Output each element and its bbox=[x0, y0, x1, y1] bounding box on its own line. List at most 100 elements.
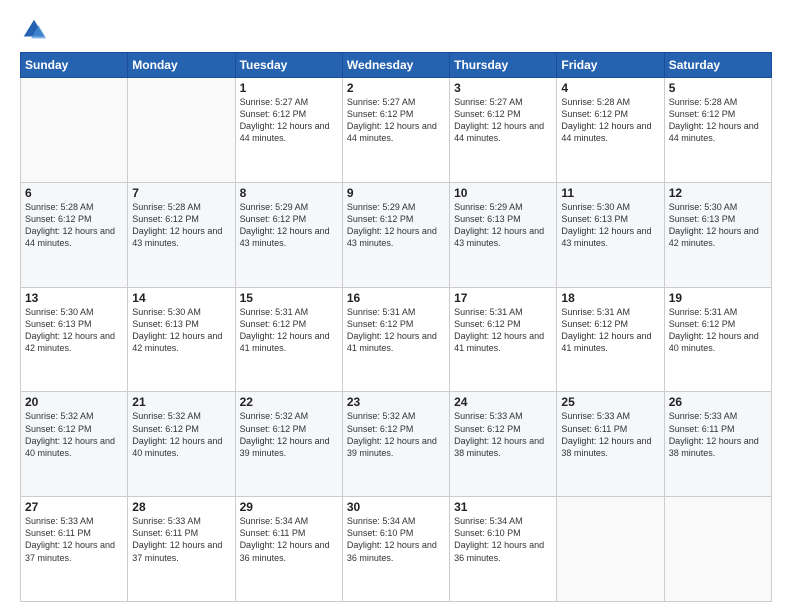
calendar-cell: 25Sunrise: 5:33 AM Sunset: 6:11 PM Dayli… bbox=[557, 392, 664, 497]
calendar-cell: 6Sunrise: 5:28 AM Sunset: 6:12 PM Daylig… bbox=[21, 182, 128, 287]
calendar-cell: 17Sunrise: 5:31 AM Sunset: 6:12 PM Dayli… bbox=[450, 287, 557, 392]
calendar-cell: 7Sunrise: 5:28 AM Sunset: 6:12 PM Daylig… bbox=[128, 182, 235, 287]
calendar-week-row: 27Sunrise: 5:33 AM Sunset: 6:11 PM Dayli… bbox=[21, 497, 772, 602]
day-number: 31 bbox=[454, 500, 552, 514]
day-number: 6 bbox=[25, 186, 123, 200]
day-number: 12 bbox=[669, 186, 767, 200]
calendar-cell: 31Sunrise: 5:34 AM Sunset: 6:10 PM Dayli… bbox=[450, 497, 557, 602]
calendar-cell: 30Sunrise: 5:34 AM Sunset: 6:10 PM Dayli… bbox=[342, 497, 449, 602]
day-info: Sunrise: 5:30 AM Sunset: 6:13 PM Dayligh… bbox=[25, 306, 123, 355]
calendar-cell bbox=[128, 78, 235, 183]
calendar-cell: 23Sunrise: 5:32 AM Sunset: 6:12 PM Dayli… bbox=[342, 392, 449, 497]
day-info: Sunrise: 5:27 AM Sunset: 6:12 PM Dayligh… bbox=[454, 96, 552, 145]
calendar-cell: 16Sunrise: 5:31 AM Sunset: 6:12 PM Dayli… bbox=[342, 287, 449, 392]
day-info: Sunrise: 5:28 AM Sunset: 6:12 PM Dayligh… bbox=[132, 201, 230, 250]
day-info: Sunrise: 5:29 AM Sunset: 6:12 PM Dayligh… bbox=[347, 201, 445, 250]
day-number: 7 bbox=[132, 186, 230, 200]
day-number: 9 bbox=[347, 186, 445, 200]
day-info: Sunrise: 5:34 AM Sunset: 6:10 PM Dayligh… bbox=[454, 515, 552, 564]
day-info: Sunrise: 5:33 AM Sunset: 6:11 PM Dayligh… bbox=[25, 515, 123, 564]
calendar-cell: 12Sunrise: 5:30 AM Sunset: 6:13 PM Dayli… bbox=[664, 182, 771, 287]
day-info: Sunrise: 5:31 AM Sunset: 6:12 PM Dayligh… bbox=[669, 306, 767, 355]
calendar-cell: 20Sunrise: 5:32 AM Sunset: 6:12 PM Dayli… bbox=[21, 392, 128, 497]
calendar-cell: 14Sunrise: 5:30 AM Sunset: 6:13 PM Dayli… bbox=[128, 287, 235, 392]
calendar-cell: 26Sunrise: 5:33 AM Sunset: 6:11 PM Dayli… bbox=[664, 392, 771, 497]
calendar-header-tuesday: Tuesday bbox=[235, 53, 342, 78]
day-info: Sunrise: 5:33 AM Sunset: 6:12 PM Dayligh… bbox=[454, 410, 552, 459]
calendar-cell: 8Sunrise: 5:29 AM Sunset: 6:12 PM Daylig… bbox=[235, 182, 342, 287]
day-info: Sunrise: 5:32 AM Sunset: 6:12 PM Dayligh… bbox=[25, 410, 123, 459]
day-number: 10 bbox=[454, 186, 552, 200]
day-info: Sunrise: 5:34 AM Sunset: 6:11 PM Dayligh… bbox=[240, 515, 338, 564]
day-info: Sunrise: 5:30 AM Sunset: 6:13 PM Dayligh… bbox=[561, 201, 659, 250]
day-number: 8 bbox=[240, 186, 338, 200]
calendar-cell bbox=[664, 497, 771, 602]
calendar-cell: 3Sunrise: 5:27 AM Sunset: 6:12 PM Daylig… bbox=[450, 78, 557, 183]
day-info: Sunrise: 5:29 AM Sunset: 6:13 PM Dayligh… bbox=[454, 201, 552, 250]
calendar-header-saturday: Saturday bbox=[664, 53, 771, 78]
logo-icon bbox=[20, 16, 48, 44]
calendar-cell: 15Sunrise: 5:31 AM Sunset: 6:12 PM Dayli… bbox=[235, 287, 342, 392]
calendar-header-thursday: Thursday bbox=[450, 53, 557, 78]
day-number: 20 bbox=[25, 395, 123, 409]
day-number: 2 bbox=[347, 81, 445, 95]
day-number: 26 bbox=[669, 395, 767, 409]
day-number: 28 bbox=[132, 500, 230, 514]
day-number: 3 bbox=[454, 81, 552, 95]
day-number: 5 bbox=[669, 81, 767, 95]
calendar-week-row: 6Sunrise: 5:28 AM Sunset: 6:12 PM Daylig… bbox=[21, 182, 772, 287]
day-info: Sunrise: 5:30 AM Sunset: 6:13 PM Dayligh… bbox=[669, 201, 767, 250]
day-number: 23 bbox=[347, 395, 445, 409]
calendar-header-sunday: Sunday bbox=[21, 53, 128, 78]
day-info: Sunrise: 5:33 AM Sunset: 6:11 PM Dayligh… bbox=[561, 410, 659, 459]
calendar-header-row: SundayMondayTuesdayWednesdayThursdayFrid… bbox=[21, 53, 772, 78]
day-info: Sunrise: 5:27 AM Sunset: 6:12 PM Dayligh… bbox=[347, 96, 445, 145]
day-number: 16 bbox=[347, 291, 445, 305]
calendar-header-monday: Monday bbox=[128, 53, 235, 78]
day-number: 15 bbox=[240, 291, 338, 305]
day-info: Sunrise: 5:34 AM Sunset: 6:10 PM Dayligh… bbox=[347, 515, 445, 564]
calendar-cell: 13Sunrise: 5:30 AM Sunset: 6:13 PM Dayli… bbox=[21, 287, 128, 392]
calendar-cell: 28Sunrise: 5:33 AM Sunset: 6:11 PM Dayli… bbox=[128, 497, 235, 602]
calendar-cell: 27Sunrise: 5:33 AM Sunset: 6:11 PM Dayli… bbox=[21, 497, 128, 602]
day-number: 4 bbox=[561, 81, 659, 95]
calendar-cell: 29Sunrise: 5:34 AM Sunset: 6:11 PM Dayli… bbox=[235, 497, 342, 602]
day-number: 1 bbox=[240, 81, 338, 95]
calendar: SundayMondayTuesdayWednesdayThursdayFrid… bbox=[20, 52, 772, 602]
calendar-cell: 21Sunrise: 5:32 AM Sunset: 6:12 PM Dayli… bbox=[128, 392, 235, 497]
day-info: Sunrise: 5:32 AM Sunset: 6:12 PM Dayligh… bbox=[240, 410, 338, 459]
day-info: Sunrise: 5:28 AM Sunset: 6:12 PM Dayligh… bbox=[25, 201, 123, 250]
calendar-cell: 22Sunrise: 5:32 AM Sunset: 6:12 PM Dayli… bbox=[235, 392, 342, 497]
day-number: 11 bbox=[561, 186, 659, 200]
day-number: 13 bbox=[25, 291, 123, 305]
calendar-cell: 10Sunrise: 5:29 AM Sunset: 6:13 PM Dayli… bbox=[450, 182, 557, 287]
calendar-cell: 2Sunrise: 5:27 AM Sunset: 6:12 PM Daylig… bbox=[342, 78, 449, 183]
calendar-cell: 24Sunrise: 5:33 AM Sunset: 6:12 PM Dayli… bbox=[450, 392, 557, 497]
calendar-cell bbox=[21, 78, 128, 183]
day-number: 27 bbox=[25, 500, 123, 514]
day-number: 17 bbox=[454, 291, 552, 305]
day-number: 30 bbox=[347, 500, 445, 514]
day-number: 18 bbox=[561, 291, 659, 305]
day-info: Sunrise: 5:30 AM Sunset: 6:13 PM Dayligh… bbox=[132, 306, 230, 355]
calendar-cell: 5Sunrise: 5:28 AM Sunset: 6:12 PM Daylig… bbox=[664, 78, 771, 183]
day-number: 14 bbox=[132, 291, 230, 305]
day-number: 21 bbox=[132, 395, 230, 409]
day-info: Sunrise: 5:32 AM Sunset: 6:12 PM Dayligh… bbox=[347, 410, 445, 459]
calendar-cell: 18Sunrise: 5:31 AM Sunset: 6:12 PM Dayli… bbox=[557, 287, 664, 392]
calendar-header-wednesday: Wednesday bbox=[342, 53, 449, 78]
calendar-week-row: 13Sunrise: 5:30 AM Sunset: 6:13 PM Dayli… bbox=[21, 287, 772, 392]
day-info: Sunrise: 5:31 AM Sunset: 6:12 PM Dayligh… bbox=[240, 306, 338, 355]
calendar-cell: 11Sunrise: 5:30 AM Sunset: 6:13 PM Dayli… bbox=[557, 182, 664, 287]
calendar-cell: 19Sunrise: 5:31 AM Sunset: 6:12 PM Dayli… bbox=[664, 287, 771, 392]
day-info: Sunrise: 5:31 AM Sunset: 6:12 PM Dayligh… bbox=[454, 306, 552, 355]
day-info: Sunrise: 5:28 AM Sunset: 6:12 PM Dayligh… bbox=[669, 96, 767, 145]
day-number: 19 bbox=[669, 291, 767, 305]
calendar-header-friday: Friday bbox=[557, 53, 664, 78]
day-info: Sunrise: 5:29 AM Sunset: 6:12 PM Dayligh… bbox=[240, 201, 338, 250]
day-info: Sunrise: 5:27 AM Sunset: 6:12 PM Dayligh… bbox=[240, 96, 338, 145]
day-number: 29 bbox=[240, 500, 338, 514]
day-info: Sunrise: 5:33 AM Sunset: 6:11 PM Dayligh… bbox=[669, 410, 767, 459]
logo bbox=[20, 16, 52, 44]
day-info: Sunrise: 5:31 AM Sunset: 6:12 PM Dayligh… bbox=[561, 306, 659, 355]
